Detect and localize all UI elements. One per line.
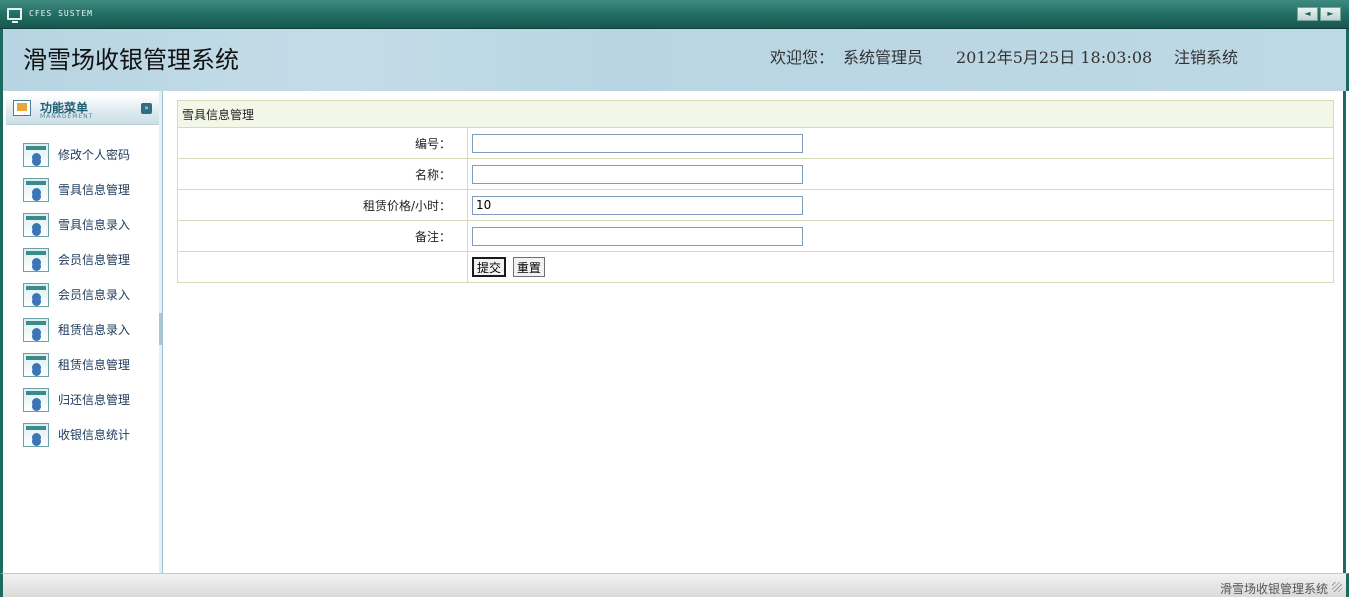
resize-grip-icon[interactable] [1332, 582, 1342, 592]
sidebar: 功能菜单 MANAGEMENT » 修改个人密码 雪具信息管理 雪具信息录入 会… [0, 91, 160, 573]
prev-button[interactable]: ◄ [1297, 7, 1318, 21]
collapse-icon[interactable]: » [141, 103, 152, 114]
footer-app-name: 滑雪场收银管理系统 [1219, 582, 1328, 596]
user-card-icon [23, 422, 49, 447]
price-label: 租赁价格/小时： [177, 189, 468, 221]
name-label: 名称： [177, 158, 468, 190]
datetime: 2012年5月25日 18:03:08 [956, 48, 1153, 67]
user-card-icon [23, 142, 49, 167]
form-row-actions: 提交 重置 [177, 251, 1334, 283]
sidebar-item-member-manage[interactable]: 会员信息管理 [23, 242, 130, 277]
sidebar-item-change-password[interactable]: 修改个人密码 [23, 137, 130, 172]
splitter-grip[interactable] [159, 313, 162, 345]
sidebar-item-gear-entry[interactable]: 雪具信息录入 [23, 207, 130, 242]
page-header: 滑雪场收银管理系统 欢迎您： 系统管理员 2012年5月25日 18:03:08… [0, 29, 1349, 91]
form-row-remark: 备注： [177, 220, 1334, 252]
menu-subtitle: MANAGEMENT [40, 113, 94, 120]
submit-button[interactable]: 提交 [472, 256, 507, 277]
form-row-price: 租赁价格/小时： [177, 189, 1334, 221]
form-row-name: 名称： [177, 158, 1334, 190]
reset-button[interactable]: 重置 [512, 257, 545, 278]
form-row-id: 编号： [177, 127, 1334, 159]
sidebar-item-cashier-stats[interactable]: 收银信息统计 [23, 417, 130, 452]
gear-form-table: 雪具信息管理 编号： 名称： 租赁价格/小时： 备注： 提交 重置 [177, 100, 1334, 283]
app-title: 滑雪场收银管理系统 [23, 46, 239, 74]
system-name: CFES SUSTEM [29, 9, 93, 18]
name-input[interactable] [472, 164, 803, 184]
user-card-icon [23, 247, 49, 272]
user-card-icon [23, 317, 49, 342]
menu-list: 修改个人密码 雪具信息管理 雪具信息录入 会员信息管理 会员信息录入 租赁信息录… [23, 137, 130, 452]
user-card-icon [23, 282, 49, 307]
user-card-icon [23, 212, 49, 237]
window-nav: ◄ ► [1297, 7, 1341, 21]
user-card-icon [23, 352, 49, 377]
form-caption: 雪具信息管理 [177, 100, 1334, 128]
remark-input[interactable] [472, 226, 803, 246]
sidebar-item-rental-entry[interactable]: 租赁信息录入 [23, 312, 130, 347]
logout-link[interactable]: 注销系统 [1174, 44, 1238, 68]
user-card-icon [23, 177, 49, 202]
sidebar-header: 功能菜单 MANAGEMENT » [6, 95, 159, 125]
menu-folder-icon [13, 100, 31, 116]
welcome-label: 欢迎您： [770, 48, 835, 67]
remark-label: 备注： [177, 220, 468, 252]
user-name: 系统管理员 [843, 48, 924, 67]
sidebar-item-rental-manage[interactable]: 租赁信息管理 [23, 347, 130, 382]
next-button[interactable]: ► [1320, 7, 1341, 21]
status-bar: 滑雪场收银管理系统 [0, 573, 1349, 597]
user-card-icon [23, 387, 49, 412]
id-input[interactable] [472, 133, 803, 153]
sidebar-item-gear-manage[interactable]: 雪具信息管理 [23, 172, 130, 207]
id-label: 编号： [177, 127, 468, 159]
monitor-icon [7, 8, 22, 23]
title-bar: CFES SUSTEM ◄ ► [0, 0, 1349, 29]
sidebar-item-return-manage[interactable]: 归还信息管理 [23, 382, 130, 417]
price-input[interactable] [472, 195, 803, 215]
sidebar-item-member-entry[interactable]: 会员信息录入 [23, 277, 130, 312]
main-content: 雪具信息管理 编号： 名称： 租赁价格/小时： 备注： 提交 重置 [163, 91, 1346, 573]
